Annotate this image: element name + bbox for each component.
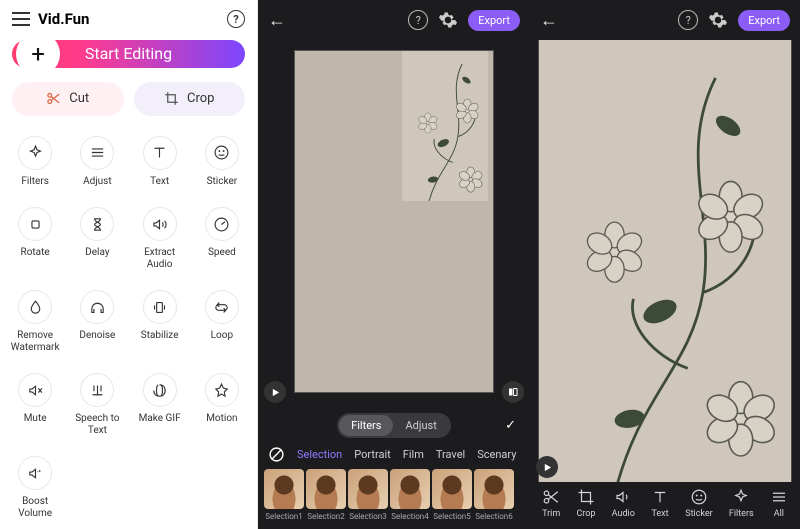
tool-motion[interactable]: Motion [191,367,253,446]
filter-adjust-toggle: Filters Adjust [337,413,451,438]
tool-rotate[interactable]: Rotate [4,201,66,280]
middle-editor-panel: ← ? Export Filters Adjust ✓ Selection Po… [258,0,530,529]
bottom-toolbar: Trim Crop Audio Text Sticker Filters All [530,482,800,529]
tool-boost-volume[interactable]: Boost Volume [4,450,66,529]
menu-icon[interactable] [12,12,30,26]
help-icon[interactable]: ? [678,10,698,30]
smile-icon [213,144,230,161]
tool-filters[interactable]: Filters [729,488,754,519]
no-filter-icon[interactable] [268,446,285,463]
filter-thumbnails: Selection1 Selection2 Selection3 Selecti… [258,465,530,529]
rotate-icon [27,216,44,233]
filter-thumb[interactable]: Selection4 [390,469,430,521]
tool-audio[interactable]: Audio [612,488,635,519]
filter-thumb[interactable]: Selection5 [432,469,472,521]
tab-filters[interactable]: Filters [339,415,393,436]
settings-icon[interactable] [438,10,458,30]
category-scenary[interactable]: Scenary [477,448,516,461]
headphones-icon [89,299,106,316]
tool-adjust[interactable]: Adjust [66,130,128,198]
tool-sticker[interactable]: Sticker [191,130,253,198]
back-icon[interactable]: ← [540,10,558,31]
filter-category-row: Selection Portrait Film Travel Scenary [258,442,530,465]
tool-speech-to-text[interactable]: Speech to Text [66,367,128,446]
back-icon[interactable]: ← [268,10,286,31]
tool-denoise[interactable]: Denoise [66,284,128,363]
tool-text[interactable]: Text [129,130,191,198]
sparkle-icon [732,488,750,506]
tool-filters[interactable]: Filters [4,130,66,198]
tool-crop[interactable]: Crop [576,488,595,519]
settings-icon[interactable] [708,10,728,30]
scissors-icon [46,91,61,106]
speed-icon [213,216,230,233]
compare-button[interactable] [502,381,524,403]
filter-thumb[interactable]: Selection2 [306,469,346,521]
tool-extract-audio[interactable]: Extract Audio [129,201,191,280]
transcribe-icon [89,382,106,399]
category-travel[interactable]: Travel [436,448,465,461]
tool-remove-watermark[interactable]: Remove Watermark [4,284,66,363]
export-button[interactable]: Export [738,10,790,31]
tool-stabilize[interactable]: Stabilize [129,284,191,363]
menu-icon [770,488,788,506]
start-editing-label: Start Editing [85,44,172,63]
preview-image [295,51,494,201]
volume-up-icon [27,465,44,482]
crop-icon [577,488,595,506]
text-icon [651,488,669,506]
apply-button[interactable]: ✓ [505,418,516,433]
audio-out-icon [151,216,168,233]
start-editing-button[interactable]: + Start Editing [12,40,245,68]
gif-icon [151,382,168,399]
right-editor-panel: ← ? Export Trim Crop Audio Text Sticker … [530,0,800,529]
category-portrait[interactable]: Portrait [354,448,391,461]
tool-loop[interactable]: Loop [191,284,253,363]
tool-sticker[interactable]: Sticker [685,488,712,519]
cut-label: Cut [69,91,89,106]
filter-thumb[interactable]: Selection3 [348,469,388,521]
cut-button[interactable]: Cut [12,82,124,116]
crop-icon [164,91,179,106]
category-selection[interactable]: Selection [297,448,342,461]
mute-icon [27,382,44,399]
tool-delay[interactable]: Delay [66,201,128,280]
loop-icon [213,299,230,316]
sliders-icon [89,144,106,161]
smile-icon [690,488,708,506]
stabilize-icon [151,299,168,316]
drop-icon [27,299,44,316]
filter-thumb[interactable]: Selection1 [264,469,304,521]
tool-mute[interactable]: Mute [4,367,66,446]
preview-image [549,44,781,447]
export-button[interactable]: Export [468,10,520,31]
crop-button[interactable]: Crop [134,82,246,116]
tab-adjust[interactable]: Adjust [393,415,448,436]
video-preview [294,50,494,393]
category-film[interactable]: Film [403,448,424,461]
play-button[interactable] [264,381,286,403]
star-icon [213,382,230,399]
plus-icon: + [16,32,60,76]
tool-all[interactable]: All [770,488,788,519]
play-button[interactable] [536,456,558,478]
scissors-icon [542,488,560,506]
text-icon [151,144,168,161]
video-preview [549,44,781,447]
audio-icon [614,488,632,506]
app-title: Vid.Fun [38,10,89,28]
hourglass-icon [89,216,106,233]
filter-thumb[interactable]: Selection6 [474,469,514,521]
help-icon[interactable]: ? [408,10,428,30]
tool-trim[interactable]: Trim [542,488,560,519]
tool-text[interactable]: Text [651,488,669,519]
tool-speed[interactable]: Speed [191,201,253,280]
tool-make-gif[interactable]: Make GIF [129,367,191,446]
left-panel: Vid.Fun ? + Start Editing Cut Crop Filte… [0,0,258,529]
sparkle-icon [27,144,44,161]
help-icon[interactable]: ? [227,10,245,28]
crop-label: Crop [187,91,214,106]
